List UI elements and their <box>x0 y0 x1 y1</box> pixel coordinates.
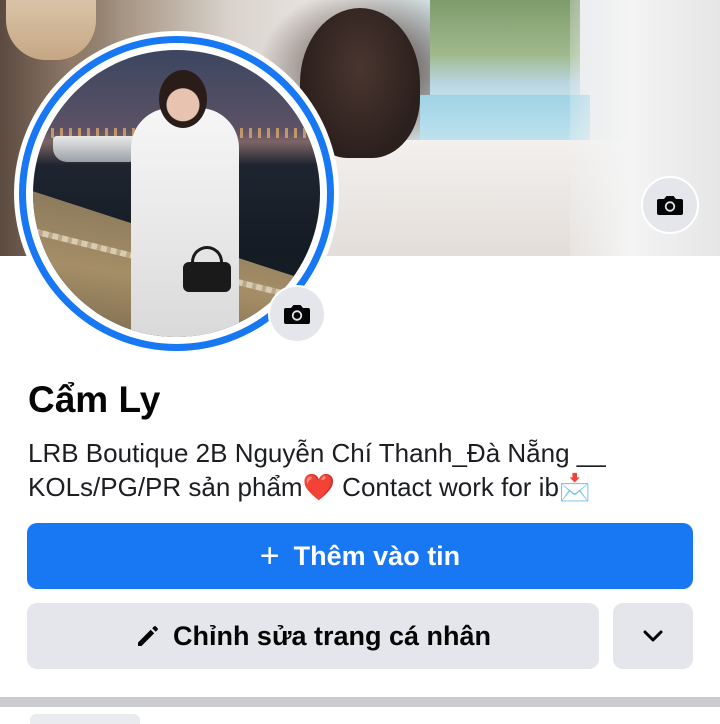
add-to-story-label: Thêm vào tin <box>293 540 461 571</box>
edit-cover-photo-button[interactable] <box>641 176 699 234</box>
bio-line-1: LRB Boutique 2B Nguyễn Chí Thanh_Đà Nẵng… <box>28 438 606 468</box>
bio-line-2-text: KOLs/PG/PR sản phẩm <box>28 472 303 502</box>
boat <box>53 136 143 162</box>
next-section-hint <box>30 714 140 724</box>
bio-line-2: KOLs/PG/PR sản phẩm❤️ Contact work for i… <box>28 470 698 505</box>
edit-profile-button[interactable]: Chỉnh sửa trang cá nhân <box>27 603 599 669</box>
profile-bio: LRB Boutique 2B Nguyễn Chí Thanh_Đà Nẵng… <box>28 436 698 505</box>
bio-line-2-tail: Contact work for ib <box>334 472 559 502</box>
handbag <box>183 262 231 292</box>
profile-name: Cẩm Ly <box>28 379 161 420</box>
person-head <box>159 70 207 128</box>
edit-profile-picture-button[interactable] <box>268 285 326 343</box>
envelope-emoji: 📩 <box>558 473 592 503</box>
add-to-story-button[interactable]: + Thêm vào tin <box>27 523 693 589</box>
section-divider <box>0 697 720 707</box>
heart-emoji: ❤️ <box>302 473 335 503</box>
chevron-down-icon <box>643 630 663 642</box>
pencil-icon <box>135 623 161 649</box>
white-coat <box>131 108 239 337</box>
plus-icon: + <box>259 537 280 575</box>
camera-icon <box>284 305 310 324</box>
camera-icon <box>657 196 683 215</box>
more-options-button[interactable] <box>613 603 693 669</box>
edit-profile-label: Chỉnh sửa trang cá nhân <box>172 620 492 651</box>
